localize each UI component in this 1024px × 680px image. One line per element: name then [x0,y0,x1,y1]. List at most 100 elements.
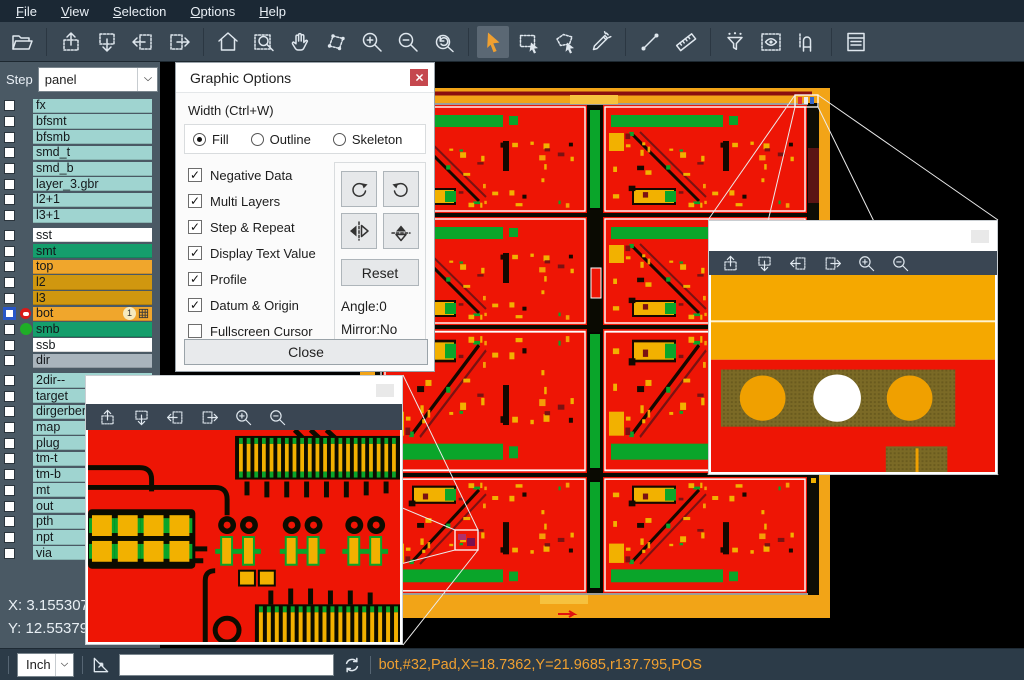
layer-row-smt[interactable]: smt [0,243,160,259]
layer-checkbox[interactable] [0,340,18,351]
layer-name[interactable]: bfsmt [33,114,152,128]
zoom-in-icon[interactable] [230,406,256,428]
layer-name[interactable]: sst [33,228,152,242]
layers-panel-icon[interactable] [840,26,872,58]
layer-checkbox[interactable] [0,391,18,402]
close-button[interactable]: Close [184,339,428,365]
zoom-out-icon[interactable] [392,26,424,58]
layer-checkbox[interactable] [0,194,18,205]
layer-row-top[interactable]: top [0,259,160,275]
layer-checkbox[interactable] [0,532,18,543]
layer-name[interactable]: top [33,260,152,274]
layer-row-bfsmt[interactable]: bfsmt [0,114,160,130]
layer-name[interactable]: fx [33,99,152,113]
layer-checkbox[interactable] [0,277,18,288]
layer-row-l3+1[interactable]: l3+1 [0,208,160,224]
display-options-icon[interactable] [755,26,787,58]
mirror-vertical-icon[interactable] [383,213,419,249]
layer-name[interactable]: dir [33,354,152,368]
window-button[interactable] [971,230,989,243]
chevron-down-icon[interactable] [137,68,157,91]
reset-button[interactable]: Reset [341,259,419,286]
magnifier-right-view[interactable] [709,275,997,474]
layer-row-dir[interactable]: dir [0,353,160,369]
mirror-horizontal-icon[interactable] [341,213,377,249]
pan-left-icon[interactable] [785,252,811,274]
layer-row-bfsmb[interactable]: bfsmb [0,129,160,145]
layer-checkbox[interactable] [0,163,18,174]
filter-icon[interactable] [719,26,751,58]
layer-name[interactable]: layer_3.gbr [33,177,152,191]
pan-down-icon[interactable] [751,252,777,274]
layer-row-smd_t[interactable]: smd_t [0,145,160,161]
menu-item-help[interactable]: Help [247,2,298,21]
select-rectangle-icon[interactable] [513,26,545,58]
layer-name[interactable]: ssb [33,338,152,352]
zoom-out-icon[interactable] [264,406,290,428]
layer-row-fx[interactable]: fx [0,98,160,114]
measure-ruler-icon[interactable] [670,26,702,58]
layer-row-smb[interactable]: smb [0,322,160,338]
layer-row-ssb[interactable]: ssb [0,337,160,353]
menu-item-view[interactable]: View [49,2,101,21]
layer-name[interactable]: bfsmb [33,130,152,144]
layer-name[interactable]: smd_b [33,162,152,176]
layer-row-l3[interactable]: l3 [0,290,160,306]
pan-down-icon[interactable] [91,26,123,58]
checkbox-negative-data[interactable]: ✓Negative Data [188,162,334,188]
layer-checkbox[interactable] [0,132,18,143]
layer-checkbox[interactable] [0,422,18,433]
layer-checkbox[interactable] [0,438,18,449]
pan-right-icon[interactable] [819,252,845,274]
snap-icon[interactable] [791,26,823,58]
angle-measure-icon[interactable] [91,655,111,675]
checkbox-datum-origin[interactable]: ✓Datum & Origin [188,292,334,318]
pan-up-icon[interactable] [94,406,120,428]
clear-marks-icon[interactable] [585,26,617,58]
layer-checkbox[interactable] [0,469,18,480]
layer-row-layer_3.gbr[interactable]: layer_3.gbr [0,176,160,192]
layer-checkbox[interactable] [0,230,18,241]
layer-checkbox[interactable] [0,548,18,559]
layer-checkbox[interactable] [0,501,18,512]
checkbox-multi-layers[interactable]: ✓Multi Layers [188,188,334,214]
select-polygon-icon[interactable] [549,26,581,58]
layer-checkbox[interactable] [0,453,18,464]
layer-checkbox[interactable] [0,485,18,496]
zoom-previous-icon[interactable] [428,26,460,58]
layer-name[interactable]: bot1 [33,307,152,321]
pan-right-icon[interactable] [196,406,222,428]
radio-outline[interactable]: Outline [251,132,311,147]
layer-name[interactable]: l2 [33,275,152,289]
pan-left-icon[interactable] [162,406,188,428]
pan-left-icon[interactable] [127,26,159,58]
close-icon[interactable] [410,69,428,86]
magnifier-right-titlebar[interactable] [709,221,997,251]
unit-combo[interactable]: Inch [17,653,74,677]
layer-checkbox[interactable] [0,100,18,111]
layer-name[interactable]: l3 [33,291,152,305]
pan-up-icon[interactable] [55,26,87,58]
pan-up-icon[interactable] [717,252,743,274]
zoom-object-icon[interactable] [320,26,352,58]
open-folder-icon[interactable] [6,26,38,58]
zoom-in-icon[interactable] [853,252,879,274]
layer-row-l2[interactable]: l2 [0,275,160,291]
checkbox-profile[interactable]: ✓Profile [188,266,334,292]
pan-down-icon[interactable] [128,406,154,428]
step-combo[interactable]: panel [38,67,158,92]
layer-checkbox[interactable] [0,307,18,320]
magnifier-window-left[interactable] [85,375,403,645]
rotate-ccw-icon[interactable] [383,171,419,207]
magnifier-left-view[interactable] [86,430,402,644]
layer-row-bot[interactable]: bot1 [0,306,160,322]
pan-hand-icon[interactable] [284,26,316,58]
chevron-down-icon[interactable] [55,654,73,676]
layer-checkbox[interactable] [0,324,18,335]
window-button[interactable] [376,384,394,397]
checkbox-display-text-value[interactable]: ✓Display Text Value [188,240,334,266]
layer-name[interactable]: smd_t [33,146,152,160]
layer-checkbox[interactable] [0,375,18,386]
refresh-icon[interactable] [342,655,362,675]
checkbox-step-repeat[interactable]: ✓Step & Repeat [188,214,334,240]
